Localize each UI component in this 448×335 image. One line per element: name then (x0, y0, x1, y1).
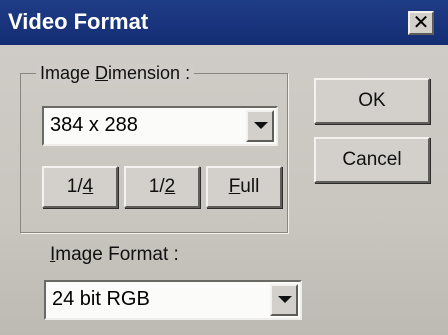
image-dimension-dropdown-button[interactable] (246, 110, 274, 142)
cancel-label: Cancel (342, 149, 402, 170)
image-dimension-group (20, 73, 288, 233)
close-icon: ✕ (412, 12, 430, 34)
half-size-label: 1/2 (148, 176, 176, 197)
full-size-label: Full (228, 176, 260, 197)
chevron-down-icon (278, 296, 292, 303)
image-dimension-label: Image Dimension : (36, 63, 195, 84)
image-dimension-select[interactable]: 384 x 288 (42, 106, 278, 146)
ok-label: OK (358, 90, 386, 111)
chevron-down-icon (254, 122, 268, 129)
image-dimension-value: 384 x 288 (50, 114, 138, 136)
window-title: Video Format (8, 9, 149, 34)
video-format-dialog: Video Format ✕ Image Dimension : 384 x 2… (0, 0, 448, 335)
image-format-value: 24 bit RGB (52, 288, 150, 310)
half-size-button[interactable]: 1/2 (124, 166, 200, 208)
image-format-dropdown-button[interactable] (270, 284, 298, 316)
full-size-button[interactable]: Full (206, 166, 282, 208)
quarter-size-button[interactable]: 1/4 (42, 166, 118, 208)
dialog-body: Image Dimension : 384 x 288 1/4 1/2 Full… (0, 45, 448, 335)
image-format-label: Image Format : (50, 244, 179, 265)
image-format-select[interactable]: 24 bit RGB (44, 280, 302, 320)
title-bar[interactable]: Video Format ✕ (0, 0, 448, 45)
ok-button[interactable]: OK (314, 78, 430, 124)
cancel-button[interactable]: Cancel (314, 137, 430, 183)
quarter-size-label: 1/4 (66, 176, 94, 197)
close-button[interactable]: ✕ (408, 11, 434, 35)
